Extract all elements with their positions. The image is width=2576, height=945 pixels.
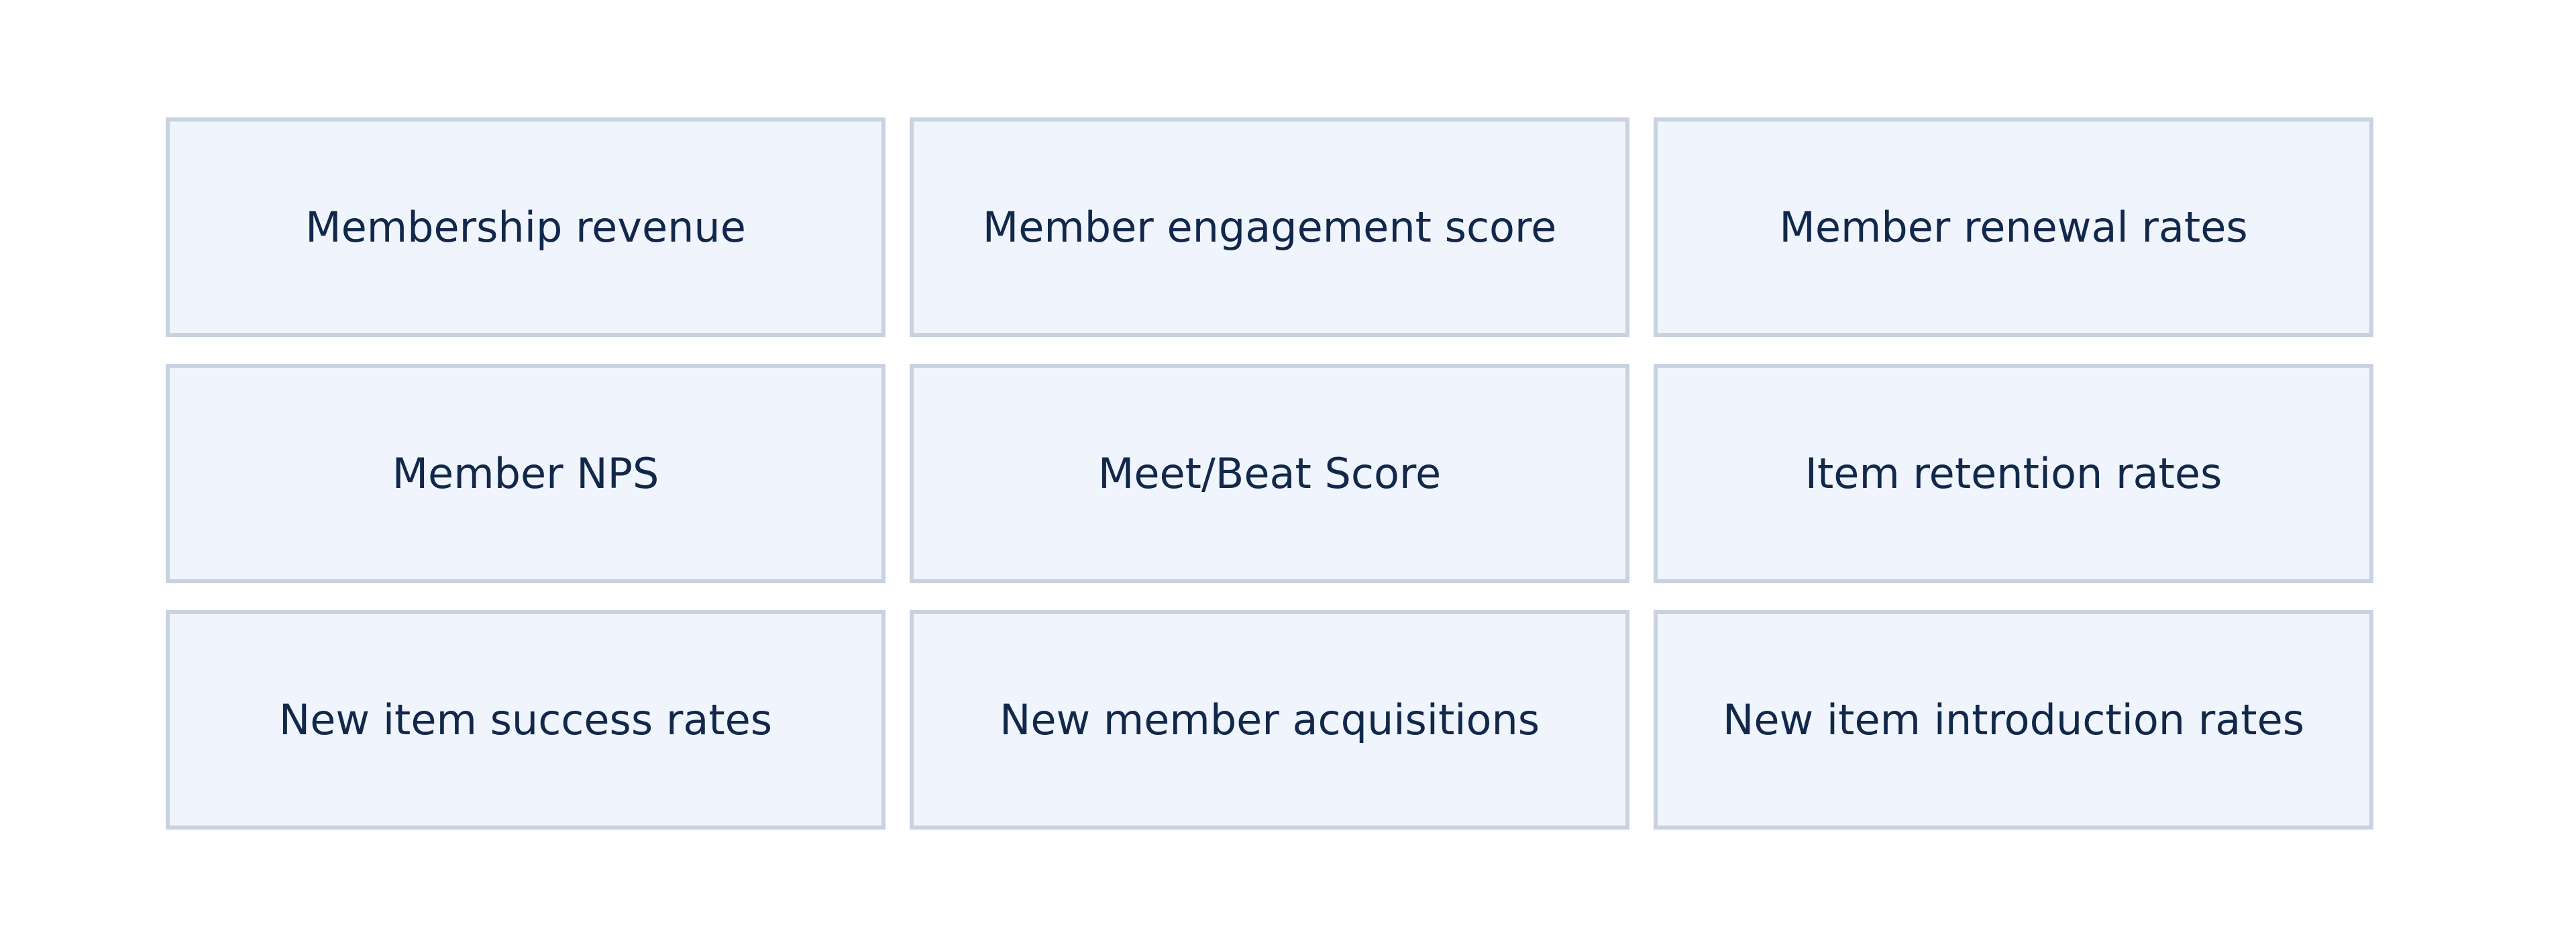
metric-label: Meet/Beat Score [1097,448,1442,498]
metric-label: New member acquisitions [999,695,1540,744]
metric-label: Member engagement score [982,202,1557,252]
metric-card-membership-revenue: Membership revenue [166,117,885,337]
metric-label: New item introduction rates [1722,695,2305,744]
metric-card-new-item-introduction-rates: New item introduction rates [1654,610,2373,830]
metric-card-member-renewal-rates: Member renewal rates [1654,117,2373,337]
metric-card-meet-beat-score: Meet/Beat Score [910,364,1629,583]
metric-label: Membership revenue [305,202,746,252]
metric-card-member-engagement-score: Member engagement score [910,117,1629,337]
metric-label: Member NPS [392,448,659,498]
metric-card-new-member-acquisitions: New member acquisitions [910,610,1629,830]
metric-label: Item retention rates [1805,448,2222,498]
metric-grid: Membership revenue Member engagement sco… [166,117,2374,830]
metric-card-item-retention-rates: Item retention rates [1654,364,2373,583]
metric-label: Member renewal rates [1779,202,2248,252]
metric-label: New item success rates [278,695,773,744]
metric-card-new-item-success-rates: New item success rates [166,610,885,830]
metric-card-member-nps: Member NPS [166,364,885,583]
